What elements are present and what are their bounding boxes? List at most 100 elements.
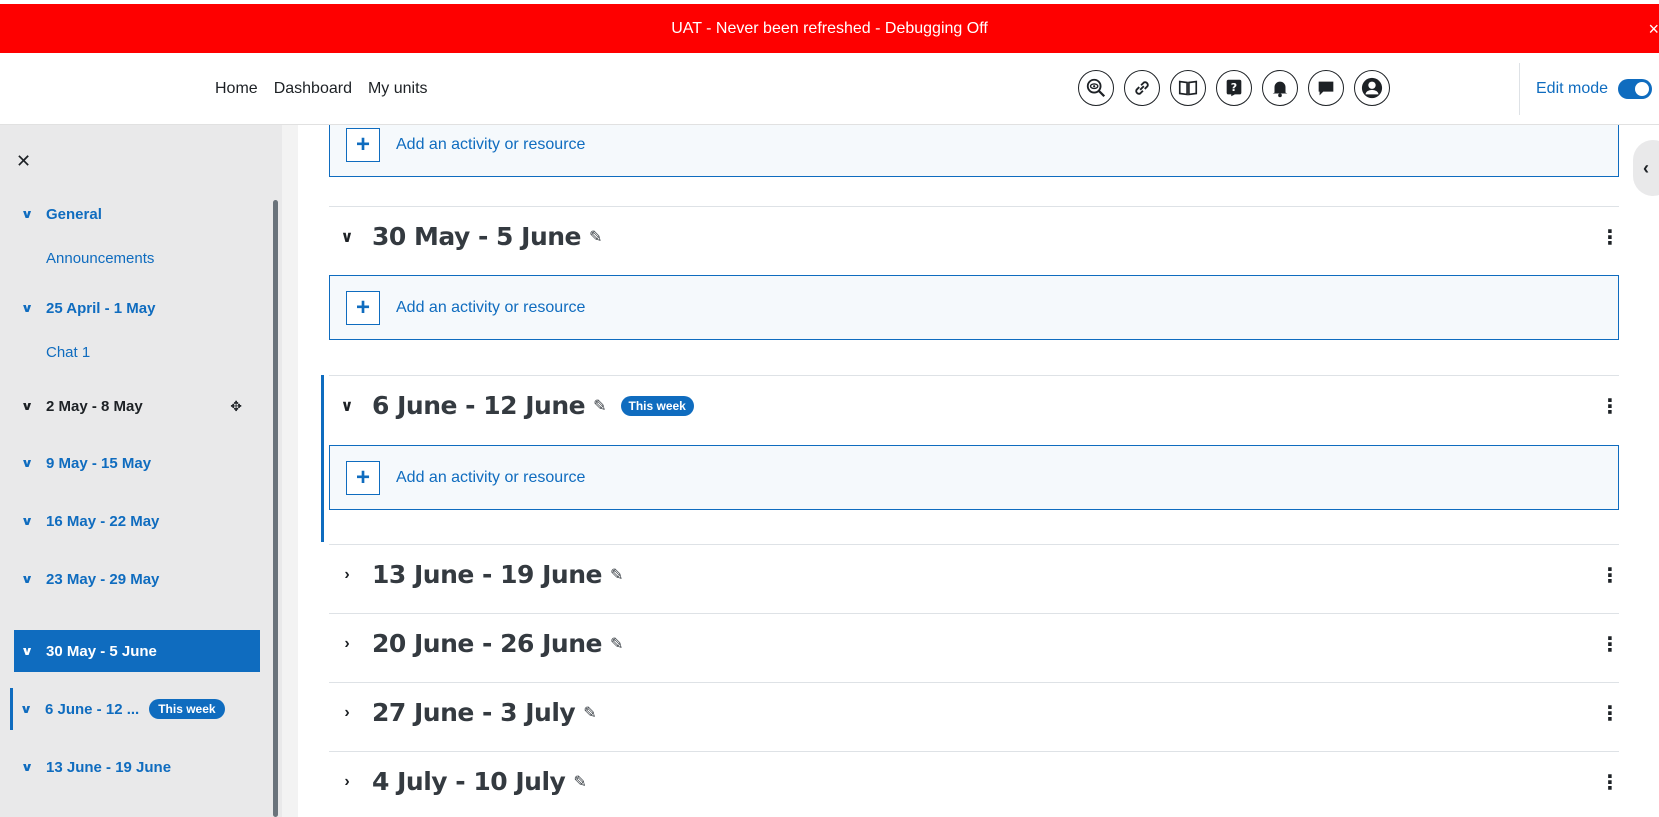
add-activity-area: + Add an activity or resource	[329, 275, 1619, 340]
chevron-down-icon[interactable]: ∨	[336, 396, 358, 416]
section-header: › 4 July - 10 July ✎	[336, 767, 586, 796]
chevron-left-icon: ‹	[1643, 157, 1649, 178]
chevron-down-icon[interactable]: ∨	[21, 301, 50, 315]
nav-my-units-link[interactable]: My units	[368, 80, 428, 98]
section-label: General	[46, 205, 102, 223]
course-index-section[interactable]: ∨ 16 May - 22 May	[14, 500, 260, 542]
section-menu-icon[interactable]: ⋮	[1600, 394, 1620, 419]
add-activity-area: + Add an activity or resource	[329, 125, 1619, 177]
svg-text:?: ?	[1231, 81, 1237, 94]
section-label: 16 May - 22 May	[46, 512, 160, 530]
edit-title-pencil-icon[interactable]: ✎	[610, 634, 623, 654]
add-activity-button[interactable]: +	[346, 290, 380, 325]
chevron-down-icon[interactable]: ∨	[21, 514, 50, 528]
chevron-down-icon[interactable]: ∨	[336, 227, 358, 247]
move-icon[interactable]: ✥	[230, 398, 242, 415]
section-menu-icon[interactable]: ⋮	[1600, 563, 1620, 588]
close-drawer-icon[interactable]: ✕	[16, 151, 31, 172]
section-title[interactable]: 27 June - 3 July	[372, 698, 576, 727]
edit-title-pencil-icon[interactable]: ✎	[573, 772, 586, 792]
section-label: 25 April - 1 May	[46, 299, 156, 317]
help-icon[interactable]: ?	[1216, 70, 1252, 106]
section-title[interactable]: 20 June - 26 June	[372, 629, 602, 658]
section-label: 23 May - 29 May	[46, 570, 160, 588]
banner-text: UAT - Never been refreshed - Debugging O…	[671, 19, 988, 37]
add-activity-button[interactable]: +	[346, 127, 380, 162]
section-label: 9 May - 15 May	[46, 454, 152, 472]
course-index-section-active[interactable]: ∨ 30 May - 5 June	[14, 630, 260, 672]
section-menu-icon[interactable]: ⋮	[1600, 632, 1620, 657]
course-index-section[interactable]: ∨ General	[14, 193, 260, 235]
section-menu-icon[interactable]: ⋮	[1600, 770, 1620, 795]
section-divider	[329, 206, 1619, 207]
primary-navigation: Home Dashboard My units	[215, 53, 428, 125]
edit-title-pencil-icon[interactable]: ✎	[610, 565, 623, 585]
chevron-right-icon[interactable]: ›	[336, 566, 358, 584]
chevron-right-icon[interactable]: ›	[336, 704, 358, 722]
section-title[interactable]: 4 July - 10 July	[372, 767, 566, 796]
edit-title-pencil-icon[interactable]: ✎	[593, 396, 606, 416]
course-index-section-this-week[interactable]: ∨ 6 June - 12 ... This week	[10, 688, 256, 730]
chevron-down-icon[interactable]: ∨	[21, 572, 50, 586]
chevron-down-icon[interactable]: ∨	[21, 207, 50, 221]
course-index-section[interactable]: ∨ 9 May - 15 May	[14, 442, 260, 484]
activity-label: Announcements	[46, 249, 155, 267]
edit-mode-label: Edit mode	[1536, 80, 1609, 97]
chevron-right-icon[interactable]: ›	[336, 635, 358, 653]
banner-close-icon[interactable]: ×	[1648, 19, 1659, 40]
add-activity-area: + Add an activity or resource	[329, 445, 1619, 510]
navbar-divider	[1519, 63, 1520, 115]
link-icon[interactable]	[1124, 70, 1160, 106]
edit-mode-switch[interactable]: Edit mode	[1536, 53, 1653, 125]
section-header: › 20 June - 26 June ✎	[336, 629, 623, 658]
section-header: ∨ 6 June - 12 June ✎ This week	[336, 391, 694, 420]
section-header: › 27 June - 3 July ✎	[336, 698, 596, 727]
current-week-indicator	[321, 375, 324, 542]
section-menu-icon[interactable]: ⋮	[1600, 225, 1620, 250]
course-index-activity[interactable]: Chat 1	[14, 331, 260, 373]
section-divider	[329, 751, 1619, 752]
section-label: 30 May - 5 June	[46, 642, 157, 660]
accessibility-icon[interactable]	[1078, 70, 1114, 106]
section-label: 13 June - 19 June	[46, 758, 172, 776]
course-index-activity[interactable]: Announcements	[14, 237, 260, 279]
nav-dashboard-link[interactable]: Dashboard	[274, 80, 352, 98]
nav-home-link[interactable]: Home	[215, 80, 258, 98]
section-title[interactable]: 6 June - 12 June	[372, 391, 586, 420]
chevron-down-icon[interactable]: ∨	[21, 644, 50, 658]
edit-title-pencil-icon[interactable]: ✎	[583, 703, 596, 723]
edit-title-pencil-icon[interactable]: ✎	[589, 227, 602, 247]
section-divider	[329, 613, 1619, 614]
course-index-drawer: ✕ ∨ General Announcements ∨ 25 April - 1…	[0, 125, 282, 817]
section-divider	[329, 682, 1619, 683]
chevron-down-icon[interactable]: ∨	[21, 456, 50, 470]
add-activity-button[interactable]: +	[346, 460, 380, 495]
section-title[interactable]: 30 May - 5 June	[372, 222, 582, 251]
activity-label: Chat 1	[46, 343, 91, 361]
this-week-badge: This week	[149, 699, 225, 719]
chevron-down-icon[interactable]: ∨	[21, 399, 50, 413]
open-block-drawer-button[interactable]: ‹	[1633, 140, 1659, 196]
this-week-badge: This week	[620, 395, 694, 416]
add-activity-link[interactable]: Add an activity or resource	[396, 299, 585, 317]
section-title[interactable]: 13 June - 19 June	[372, 560, 602, 589]
section-divider	[329, 544, 1619, 545]
course-index-section[interactable]: ∨ 25 April - 1 May	[14, 287, 260, 329]
chat-icon[interactable]	[1308, 70, 1344, 106]
course-index-section[interactable]: ∨ 2 May - 8 May ✥	[14, 385, 260, 427]
user-avatar-icon[interactable]	[1354, 70, 1390, 106]
navbar-icon-group: ?	[1078, 70, 1390, 106]
chevron-right-icon[interactable]: ›	[336, 773, 358, 791]
course-index-section[interactable]: ∨ 13 June - 19 June	[14, 746, 260, 788]
edit-mode-toggle[interactable]	[1618, 79, 1653, 99]
add-activity-link[interactable]: Add an activity or resource	[396, 469, 585, 487]
add-activity-link[interactable]: Add an activity or resource	[396, 136, 585, 154]
book-icon[interactable]	[1170, 70, 1206, 106]
environment-banner: UAT - Never been refreshed - Debugging O…	[0, 4, 1659, 53]
chevron-down-icon[interactable]: ∨	[20, 702, 49, 716]
drawer-scrollbar[interactable]	[273, 200, 278, 817]
section-menu-icon[interactable]: ⋮	[1600, 701, 1620, 726]
bell-icon[interactable]	[1262, 70, 1298, 106]
course-index-section[interactable]: ∨ 23 May - 29 May	[14, 558, 260, 600]
chevron-down-icon[interactable]: ∨	[21, 760, 50, 774]
